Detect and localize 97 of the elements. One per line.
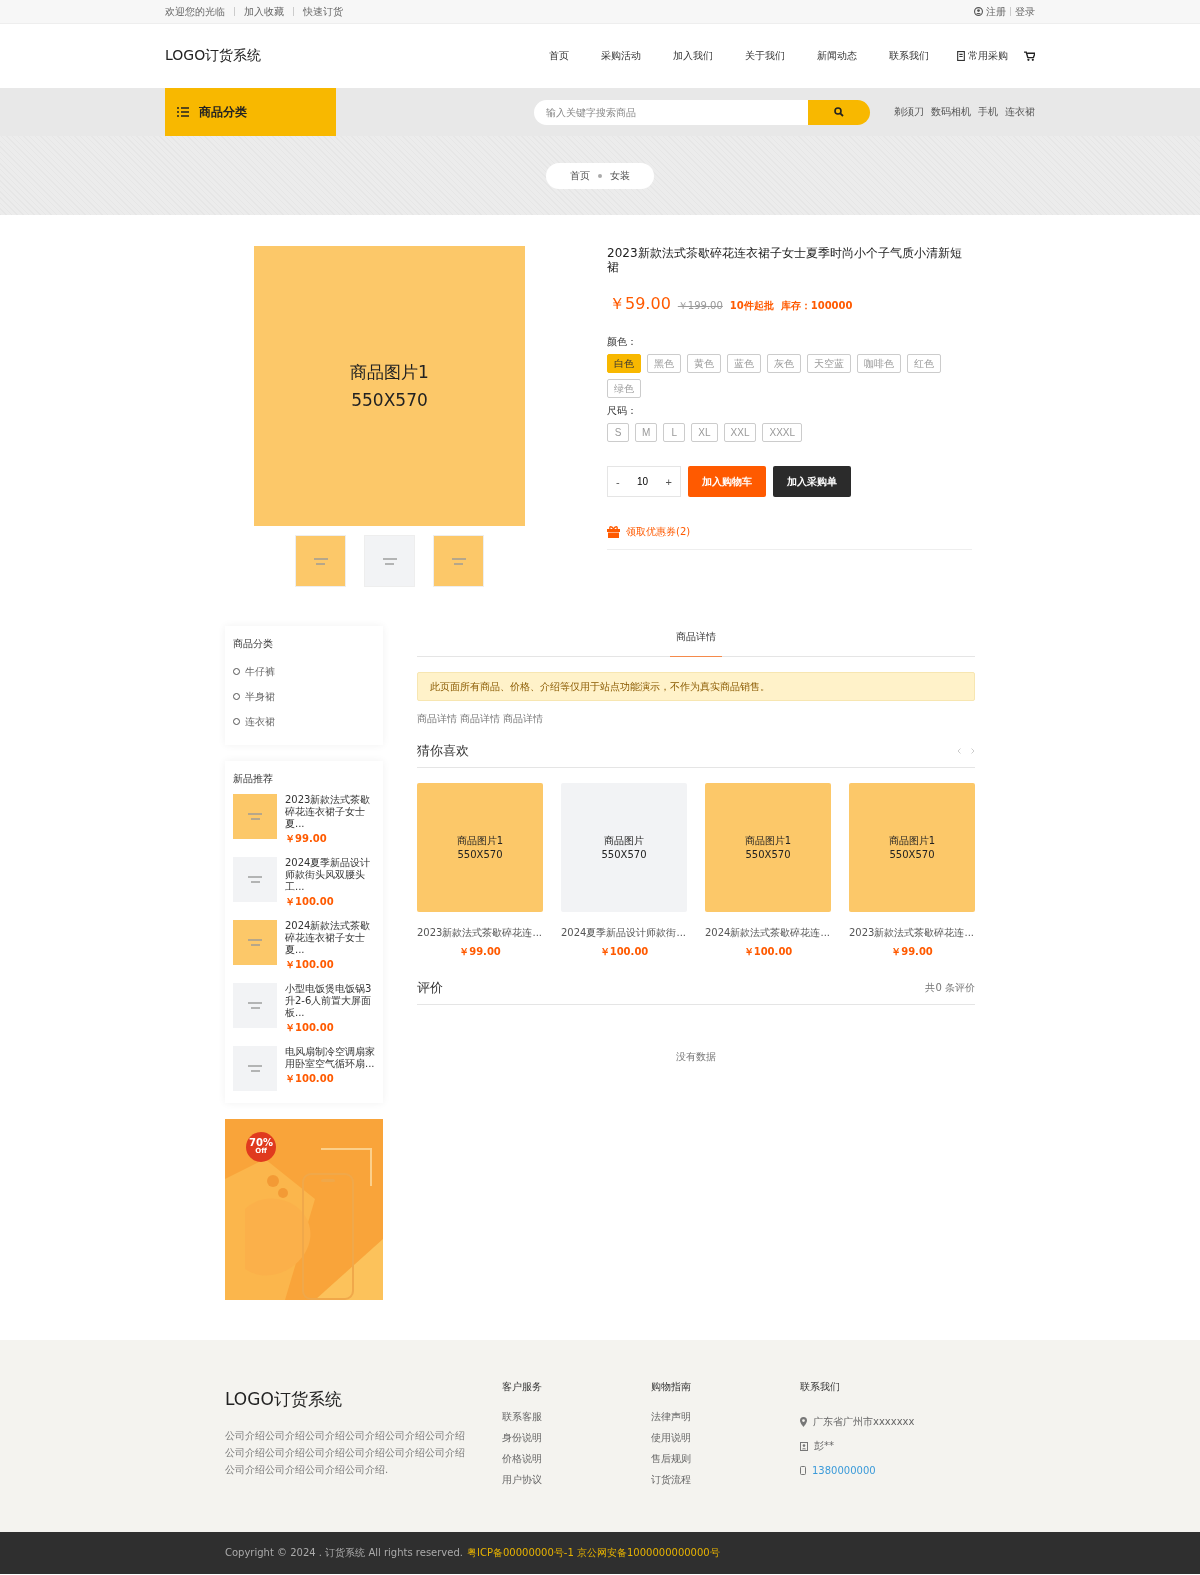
product-name[interactable]: 2023新款法式茶歇碎花连... bbox=[849, 926, 974, 940]
nav-link[interactable]: 采购活动 bbox=[601, 49, 641, 63]
category-link[interactable]: 牛仔裤 bbox=[233, 659, 375, 684]
footer-link[interactable]: 身份说明 bbox=[502, 1431, 651, 1452]
stock: 库存：100000 bbox=[780, 299, 853, 313]
footer-heading: 联系我们 bbox=[800, 1380, 841, 1394]
product-name[interactable]: 小型电饭煲电饭锅3升2-6人前置大屏面板... bbox=[285, 983, 375, 1019]
auth-link[interactable]: 登录 bbox=[1015, 4, 1035, 19]
product-name[interactable]: 2024新款法式茶歇碎花连衣裙子女士夏... bbox=[285, 920, 375, 956]
product-price: ￥100.00 bbox=[743, 945, 793, 959]
footer-link[interactable]: 订货流程 bbox=[651, 1473, 800, 1494]
document-icon bbox=[957, 51, 965, 61]
product-image[interactable]: 商品图片1 550X570 bbox=[849, 783, 975, 912]
category-link[interactable]: 半身裙 bbox=[233, 684, 375, 709]
product-price: ￥99.00 bbox=[285, 832, 328, 846]
auth-link[interactable]: 注册 bbox=[986, 4, 1006, 19]
category-menu-button[interactable]: 商品分类 bbox=[165, 88, 336, 136]
nav-link[interactable]: 首页 bbox=[549, 49, 569, 63]
cart-icon[interactable] bbox=[1024, 51, 1035, 61]
option-label: 颜色： bbox=[607, 335, 638, 349]
top-link[interactable]: 快速订货 bbox=[303, 4, 343, 19]
location-pin-icon bbox=[800, 1417, 807, 1427]
review-count: 共0 条评价 bbox=[925, 981, 975, 995]
purchase-link[interactable]: 常用采购 bbox=[968, 49, 1008, 63]
increase-button[interactable]: + bbox=[665, 475, 672, 488]
list-icon bbox=[177, 107, 189, 117]
product-image[interactable]: 商品图片 550X570 bbox=[561, 783, 687, 912]
phone-icon bbox=[800, 1465, 806, 1475]
hot-keyword-link[interactable]: 手机 bbox=[978, 105, 998, 119]
footer-link[interactable]: 使用说明 bbox=[651, 1431, 800, 1452]
option-label: 尺码： bbox=[607, 404, 638, 418]
section-title: 猜你喜欢 bbox=[417, 742, 469, 760]
product-title: 2023新款法式茶歇碎花连衣裙子女士夏季时尚小个子气质小清新短裙 bbox=[607, 246, 963, 274]
top-link[interactable]: 欢迎您的光临 bbox=[165, 4, 225, 19]
detail-text: 商品详情 商品详情 商品详情 bbox=[417, 712, 545, 726]
decrease-button[interactable]: - bbox=[616, 475, 620, 488]
product-price: ￥100.00 bbox=[285, 1072, 335, 1086]
footer-link[interactable]: 联系客服 bbox=[502, 1410, 651, 1431]
section-title: 评价 bbox=[417, 979, 443, 997]
contact-card-icon bbox=[800, 1441, 808, 1451]
product-image[interactable]: 商品图片1 550X570 bbox=[417, 783, 543, 912]
product-name[interactable]: 电风扇制冷空调扇家用卧室空气循环扇... bbox=[285, 1046, 375, 1070]
product-price: ￥100.00 bbox=[285, 1021, 335, 1035]
contact-text: 彭** bbox=[814, 1439, 834, 1453]
nav-link[interactable]: 新闻动态 bbox=[817, 49, 857, 63]
search-icon bbox=[834, 107, 844, 117]
footer-link[interactable]: 法律声明 bbox=[651, 1410, 800, 1431]
product-name[interactable]: 2024新款法式茶歇碎花连... bbox=[705, 926, 830, 940]
hot-keyword-link[interactable]: 剃须刀 bbox=[894, 105, 924, 119]
product-name[interactable]: 2023新款法式茶歇碎花连... bbox=[417, 926, 542, 940]
hot-keyword-link[interactable]: 数码相机 bbox=[931, 105, 971, 119]
product-image: 商品图片1 550X570 bbox=[254, 246, 525, 526]
footer-heading: 客户服务 bbox=[502, 1380, 543, 1394]
product-price: ￥99.00 bbox=[459, 945, 501, 959]
previous-icon[interactable] bbox=[957, 748, 961, 754]
option-button[interactable]: 白色 bbox=[607, 354, 641, 373]
breadcrumb-link[interactable]: 女装 bbox=[610, 168, 630, 183]
product-image[interactable]: 商品图片1 550X570 bbox=[705, 783, 831, 912]
footer-link[interactable]: 价格说明 bbox=[502, 1452, 651, 1473]
category-link[interactable]: 连衣裙 bbox=[233, 709, 375, 734]
company-intro: 公司介绍公司介绍公司介绍公司介绍公司介绍公司介绍公司介绍公司介绍公司介绍公司介绍公司介绍公司介绍公司介绍公司介绍公司介绍公司介绍. bbox=[225, 1429, 465, 1477]
min-order: 10件起批 bbox=[729, 299, 774, 313]
hot-keyword-link[interactable]: 连衣裙 bbox=[1005, 105, 1035, 119]
notice-banner: 此页面所有商品、价格、介绍等仅用于站点功能演示，不作为真实商品销售。 bbox=[417, 672, 975, 701]
price: ￥59.00 bbox=[609, 294, 671, 315]
search-field[interactable]: 输入关键字搜索商品 bbox=[534, 99, 808, 125]
quantity-stepper[interactable]: - 10 + bbox=[607, 466, 681, 497]
product-price: ￥100.00 bbox=[285, 958, 335, 972]
footer-logo: LOGO订货系统 bbox=[225, 1388, 343, 1411]
copyright-text: Copyright © 2024 . 订货系统 All rights reserved. bbox=[225, 1546, 463, 1560]
card-title: 商品分类 bbox=[233, 637, 274, 651]
card-title: 新品推荐 bbox=[233, 772, 274, 786]
nav-link[interactable]: 关于我们 bbox=[745, 49, 785, 63]
nav-link[interactable]: 加入我们 bbox=[673, 49, 713, 63]
nav-link[interactable]: 联系我们 bbox=[889, 49, 929, 63]
gift-icon bbox=[607, 526, 620, 538]
top-link[interactable]: 加入收藏 bbox=[244, 4, 284, 19]
tab[interactable]: 商品详情 bbox=[670, 626, 722, 657]
product-price: ￥100.00 bbox=[599, 945, 649, 959]
footer-link[interactable]: 用户协议 bbox=[502, 1473, 651, 1494]
original-price: ￥199.00 bbox=[677, 299, 723, 313]
user-icon bbox=[974, 7, 983, 16]
contact-text: 广东省广州市xxxxxxx bbox=[813, 1415, 915, 1429]
site-logo[interactable]: LOGO订货系统 bbox=[165, 47, 262, 65]
search-button[interactable] bbox=[808, 99, 870, 125]
breadcrumb-link[interactable]: 首页 bbox=[570, 168, 590, 183]
product-price: ￥100.00 bbox=[285, 895, 335, 909]
footer-link[interactable]: 售后规则 bbox=[651, 1452, 800, 1473]
add-to-list-button[interactable]: 加入采购单 bbox=[773, 466, 851, 497]
product-name[interactable]: 2024夏季新品设计师款街... bbox=[561, 926, 686, 940]
empty-message: 没有数据 bbox=[675, 1050, 717, 1064]
icp-link[interactable]: 粤ICP备00000000号-1 京公网安备1000000000000号 bbox=[466, 1546, 720, 1560]
footer-heading: 购物指南 bbox=[651, 1380, 692, 1394]
product-name[interactable]: 2024夏季新品设计师款街头风双腰头工... bbox=[285, 857, 375, 893]
product-price: ￥99.00 bbox=[891, 945, 933, 959]
next-icon[interactable] bbox=[971, 748, 975, 754]
product-name[interactable]: 2023新款法式茶歇碎花连衣裙子女士夏... bbox=[285, 794, 375, 830]
